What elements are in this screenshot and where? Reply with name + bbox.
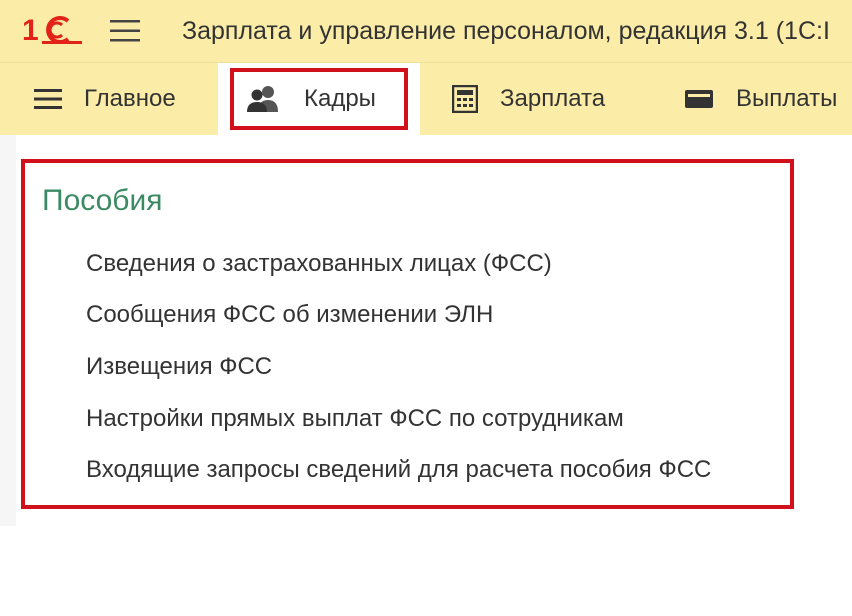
main-menu-button[interactable] — [110, 18, 142, 44]
1c-logo[interactable]: 1 1С — [22, 12, 84, 48]
1c-logo-icon: 1 — [22, 14, 82, 47]
section-main[interactable]: Главное — [34, 63, 176, 135]
section-vyplaty[interactable]: Выплаты — [684, 63, 837, 135]
section-kadry[interactable]: Кадры — [218, 63, 420, 135]
command-link[interactable]: Настройки прямых выплат ФСС по сотрудник… — [86, 404, 624, 434]
group-title: Пособия — [42, 184, 163, 217]
section-zarplata[interactable]: Зарплата — [452, 63, 605, 135]
section-vyplaty-label: Выплаты — [736, 85, 838, 112]
hamburger-icon — [110, 20, 140, 42]
section-main-label: Главное — [84, 85, 176, 112]
menu-lines-icon — [34, 87, 62, 111]
wallet-icon — [684, 88, 714, 110]
command-link[interactable]: Входящие запросы сведений для расчета по… — [86, 455, 711, 485]
sections-panel: Главное Кадры Зарплата Выплаты — [0, 62, 852, 135]
app-title: Зарплата и управление персоналом, редакц… — [182, 17, 830, 45]
svg-text:1: 1 — [22, 14, 39, 47]
section-zarplata-label: Зарплата — [500, 85, 606, 112]
command-link[interactable]: Сведения о застрахованных лицах (ФСС) — [86, 249, 552, 279]
command-link[interactable]: Извещения ФСС — [86, 352, 272, 382]
section-kadry-label: Кадры — [304, 85, 376, 112]
calculator-icon — [452, 85, 478, 113]
title-bar: 1 1С Зарплата и управление персоналом, р… — [0, 0, 852, 62]
left-shade — [0, 135, 16, 526]
people-icon — [246, 85, 282, 113]
command-link[interactable]: Сообщения ФСС об изменении ЭЛН — [86, 300, 493, 330]
